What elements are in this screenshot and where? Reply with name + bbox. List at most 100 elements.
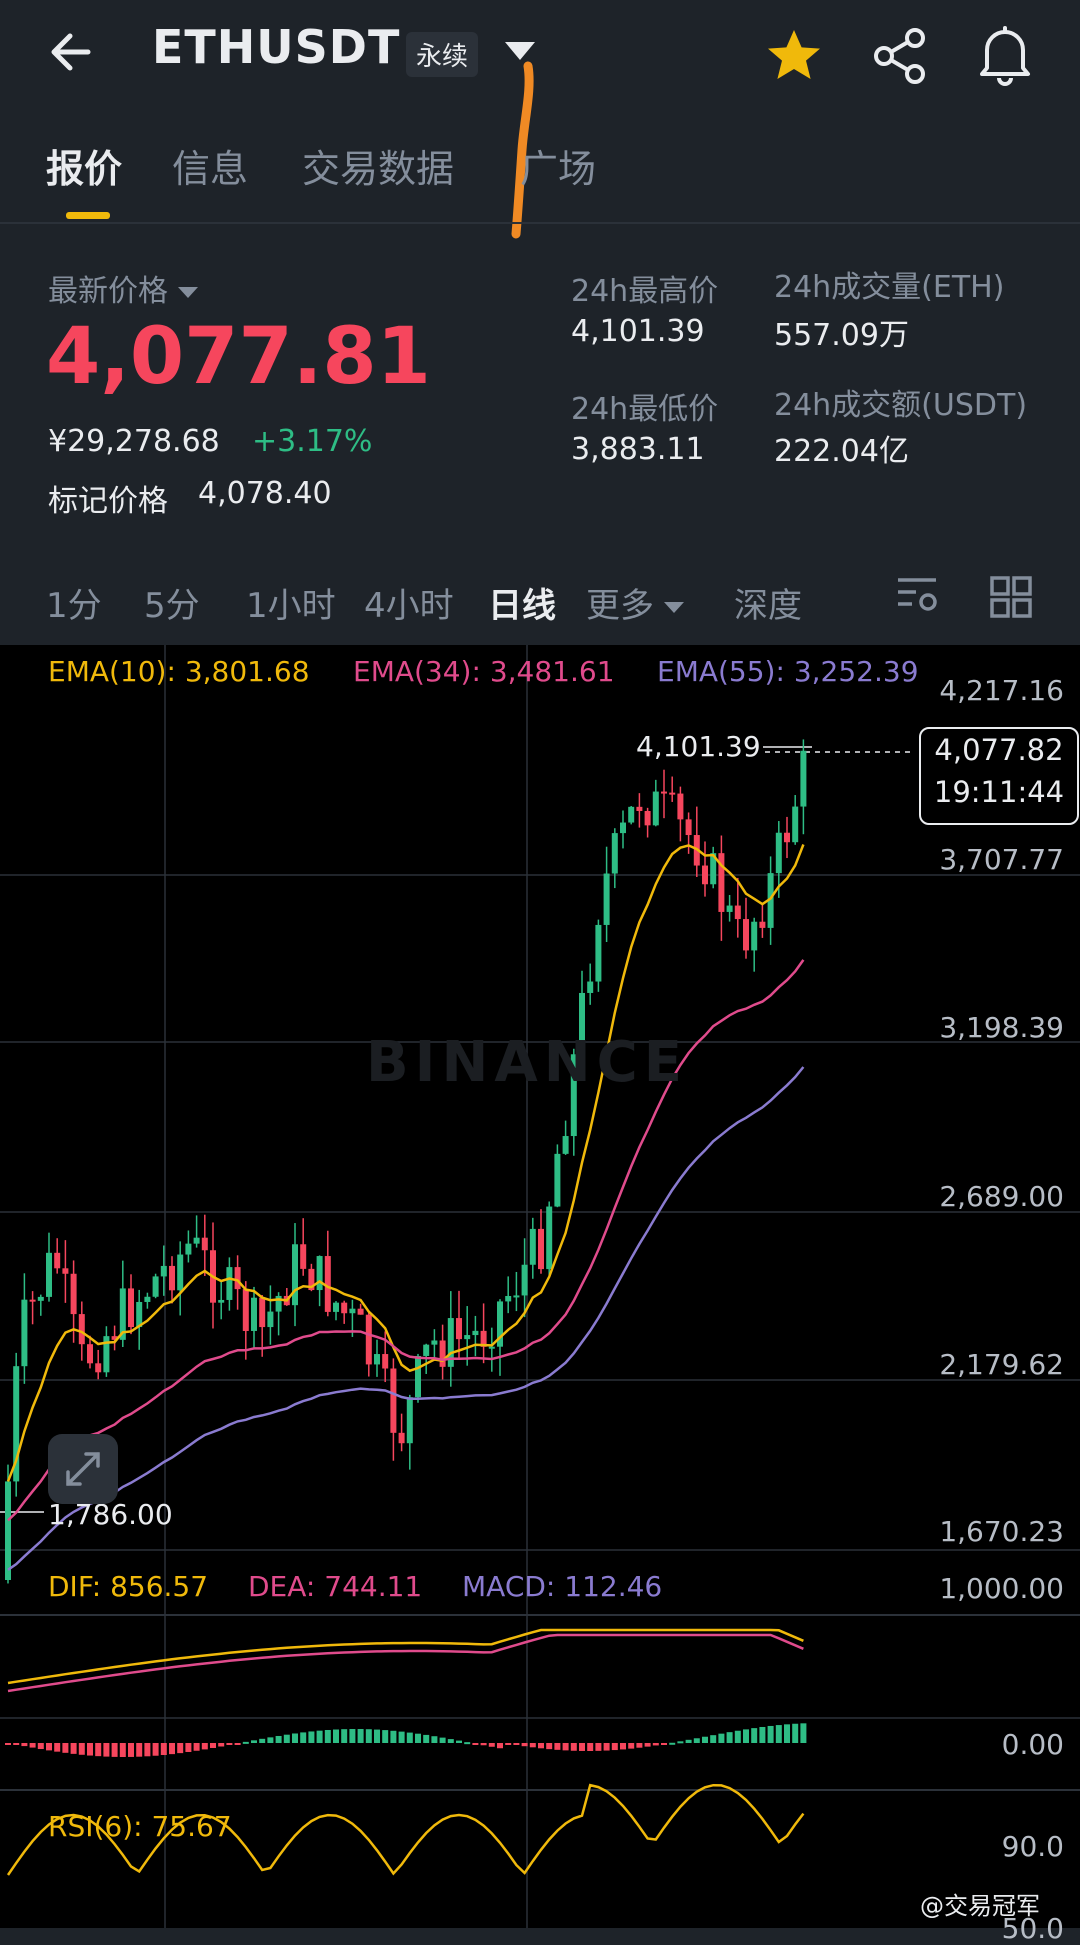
macd-bar <box>324 1729 331 1743</box>
tab-quote[interactable]: 报价 <box>46 138 122 193</box>
macd-bar <box>136 1743 143 1757</box>
interval-1m[interactable]: 1分 <box>46 578 102 627</box>
macd-bar <box>193 1743 200 1751</box>
candle-body <box>726 905 733 912</box>
macd-bar <box>685 1739 692 1743</box>
fullscreen-button[interactable] <box>48 1434 118 1504</box>
candle-body <box>324 1256 331 1312</box>
macd-bar <box>529 1743 536 1748</box>
macd-bar <box>218 1743 225 1747</box>
candle-body <box>529 1228 536 1265</box>
candle-body <box>201 1237 208 1251</box>
active-tab-indicator <box>66 212 110 219</box>
candle-body <box>628 806 635 823</box>
macd-bar <box>767 1725 774 1743</box>
high-24h-label: 24h最高价 <box>571 274 719 309</box>
macd-bar <box>521 1743 528 1747</box>
tab-square[interactable]: 广场 <box>520 138 596 193</box>
macd-bar <box>620 1743 626 1750</box>
macd-bar <box>267 1737 274 1743</box>
candle-body <box>546 1206 553 1270</box>
macd-bar <box>734 1730 741 1743</box>
macd-bar <box>447 1739 454 1743</box>
amount-24h-label: 24h成交额(USDT) <box>774 388 1028 423</box>
macd-bar <box>669 1742 676 1745</box>
macd-bar <box>242 1741 249 1744</box>
candle-body <box>78 1314 85 1345</box>
macd-bar <box>177 1743 184 1754</box>
caret-down-icon <box>178 287 198 298</box>
last-price-value: 4,077.82 <box>934 733 1064 767</box>
back-arrow-icon[interactable] <box>48 22 108 82</box>
macd-bar <box>800 1723 807 1743</box>
candle-body <box>784 832 790 843</box>
candle-body <box>185 1243 192 1255</box>
interval-depth[interactable]: 深度 <box>734 578 802 627</box>
macd-bar <box>160 1743 167 1756</box>
macd-bar <box>579 1743 585 1751</box>
interval-1h[interactable]: 1小时 <box>246 578 336 627</box>
candle-body <box>128 1288 134 1328</box>
macd-bar <box>95 1743 102 1757</box>
share-icon[interactable] <box>870 26 930 86</box>
macd-dif-line <box>7 1628 804 1685</box>
notification-bell-icon[interactable] <box>975 22 1035 86</box>
candle-body <box>234 1267 241 1290</box>
macd-bar <box>316 1730 323 1743</box>
candle-body <box>365 1314 372 1365</box>
macd-bar <box>390 1730 397 1743</box>
candlestick-chart[interactable] <box>0 645 1080 1928</box>
macd-bar <box>480 1743 487 1746</box>
candle-body <box>70 1273 77 1315</box>
candle-body <box>669 792 676 795</box>
tab-trading-data[interactable]: 交易数据 <box>302 138 454 193</box>
candle-body <box>54 1252 61 1269</box>
latest-price-label[interactable]: 最新价格 <box>48 266 198 310</box>
candle-countdown: 19:11:44 <box>933 775 1065 809</box>
macd-bar <box>726 1732 733 1743</box>
macd-bar <box>259 1738 266 1743</box>
candle-body <box>759 921 766 928</box>
macd-bar <box>119 1743 126 1757</box>
indicator-settings-icon[interactable] <box>894 572 940 618</box>
macd-bar <box>652 1743 659 1746</box>
candle-body <box>431 1340 438 1345</box>
macd-bar <box>751 1728 758 1743</box>
symbol-dropdown-icon[interactable] <box>505 42 535 60</box>
macd-value-label: MACD: 112.46 <box>462 1570 663 1603</box>
volume-24h-label: 24h成交量(ETH) <box>774 270 1005 305</box>
favorite-star-icon[interactable] <box>764 26 824 86</box>
candle-body <box>46 1252 52 1297</box>
low-24h-label: 24h最低价 <box>571 392 719 427</box>
interval-1d[interactable]: 日线 <box>488 578 556 627</box>
candle-body <box>259 1297 266 1328</box>
macd-bar <box>29 1743 36 1748</box>
interval-more[interactable]: 更多 <box>586 578 684 627</box>
macd-bar <box>710 1735 717 1743</box>
candle-body <box>603 873 610 925</box>
candle-body <box>505 1295 512 1302</box>
high-24h: 4,101.39 <box>571 314 705 349</box>
axis-label: 3,198.39 <box>939 1011 1064 1044</box>
volume-24h: 557.09万 <box>774 318 909 353</box>
macd-bar <box>792 1723 799 1743</box>
candle-body <box>169 1265 175 1291</box>
ema34-label: EMA(34): 3,481.61 <box>353 655 615 688</box>
candle-body <box>193 1237 200 1244</box>
axis-label: 4,217.16 <box>939 674 1064 707</box>
macd-bar <box>152 1743 159 1756</box>
candle-body <box>775 832 782 874</box>
interval-5m[interactable]: 5分 <box>144 578 200 627</box>
macd-axis-label: 1,000.00 <box>939 1572 1064 1605</box>
layout-grid-icon[interactable] <box>990 576 1032 618</box>
macd-bar <box>308 1731 315 1743</box>
tab-info[interactable]: 信息 <box>172 138 248 193</box>
low-24h: 3,883.11 <box>571 432 705 467</box>
macd-bar <box>431 1736 438 1743</box>
interval-4h[interactable]: 4小时 <box>364 578 454 627</box>
chart-area[interactable] <box>0 645 1080 1928</box>
macd-bar <box>439 1737 446 1743</box>
macd-bar <box>488 1743 495 1747</box>
candle-body <box>488 1346 495 1349</box>
symbol-title[interactable]: ETHUSDT <box>152 20 400 74</box>
